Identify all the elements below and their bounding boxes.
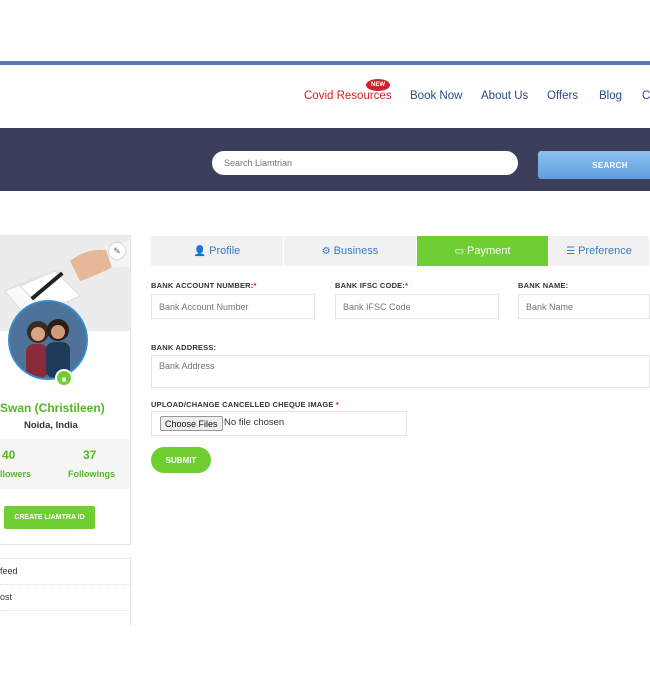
search-button[interactable]: SEARCH (538, 151, 650, 179)
search-input[interactable] (212, 151, 518, 175)
bank-name-label: BANK NAME: (518, 281, 569, 290)
account-number-input[interactable] (151, 294, 315, 319)
tab-payment-label: Payment (467, 245, 511, 257)
tab-payment[interactable]: ▭ Payment (417, 236, 549, 266)
nav-book-now[interactable]: Book Now (410, 90, 462, 102)
menu-item-post[interactable]: ost (0, 585, 130, 611)
edit-cover-icon[interactable]: ✎ (109, 243, 125, 259)
bank-address-label: BANK ADDRESS: (151, 343, 217, 352)
required-mark: * (405, 281, 409, 290)
main-nav: Covid Resources Book Now About Us Offers… (0, 90, 650, 106)
create-liamtra-id-button[interactable]: CREATE LIAMTRA ID (4, 506, 95, 529)
gear-icon: ⚙ (321, 246, 331, 257)
bank-name-input[interactable] (518, 294, 650, 319)
no-file-chosen-text: No file chosen (224, 417, 285, 428)
tab-preference-label: Preference (578, 245, 632, 257)
nav-contact[interactable]: C (642, 90, 650, 102)
sliders-icon: ☰ (566, 246, 576, 257)
followers-count: 40 (2, 448, 16, 462)
profile-name: Swan (Christileen) (0, 401, 105, 415)
nav-about-us[interactable]: About Us (481, 90, 528, 102)
menu-item-feed[interactable]: feed (0, 559, 130, 585)
ifsc-code-label: BANK IFSC CODE:* (335, 281, 408, 290)
nav-blog[interactable]: Blog (599, 90, 622, 102)
top-accent-line (0, 61, 650, 65)
tab-profile-label: Profile (209, 245, 241, 257)
tab-preference[interactable]: ☰ Preference (549, 236, 650, 266)
required-mark: * (253, 281, 257, 290)
cheque-image-label: UPLOAD/CHANGE CANCELLED CHEQUE IMAGE * (151, 400, 339, 409)
avatar (8, 300, 88, 380)
nav-covid-resources[interactable]: Covid Resources (304, 90, 392, 102)
tab-profile[interactable]: 👤 Profile (151, 236, 284, 266)
account-number-label-text: BANK ACCOUNT NUMBER: (151, 281, 254, 290)
followers-label[interactable]: llowers (0, 469, 31, 479)
required-mark: * (335, 400, 340, 409)
nav-offers[interactable]: Offers (547, 90, 578, 102)
ifsc-code-input[interactable] (335, 294, 499, 319)
bank-address-input[interactable] (151, 355, 650, 388)
profile-location: Noida, India (24, 420, 78, 431)
tab-business[interactable]: ⚙ Business (284, 236, 417, 266)
user-cog-icon: 👤 (193, 246, 207, 257)
followings-label[interactable]: Followings (68, 469, 115, 479)
camera-icon[interactable]: ■ (55, 369, 73, 387)
tab-business-label: Business (333, 245, 379, 257)
submit-button[interactable]: SUBMIT (151, 447, 211, 473)
ifsc-code-label-text: BANK IFSC CODE: (335, 281, 406, 290)
profile-card: ✎ ■ Swan (Christileen) Noida, India 40 l… (0, 235, 131, 545)
cheque-file-input: Choose Files No file chosen (151, 411, 407, 436)
profile-stats: 40 llowers 37 Followings (0, 439, 130, 489)
choose-files-button[interactable]: Choose Files (160, 416, 223, 431)
card-icon: ▭ (454, 246, 465, 257)
account-number-label: BANK ACCOUNT NUMBER:* (151, 281, 257, 290)
avatar-photo (10, 302, 86, 378)
profile-menu: feed ost (0, 558, 131, 626)
followings-count: 37 (83, 448, 97, 462)
cheque-image-label-text: UPLOAD/CHANGE CANCELLED CHEQUE IMAGE (151, 400, 334, 409)
